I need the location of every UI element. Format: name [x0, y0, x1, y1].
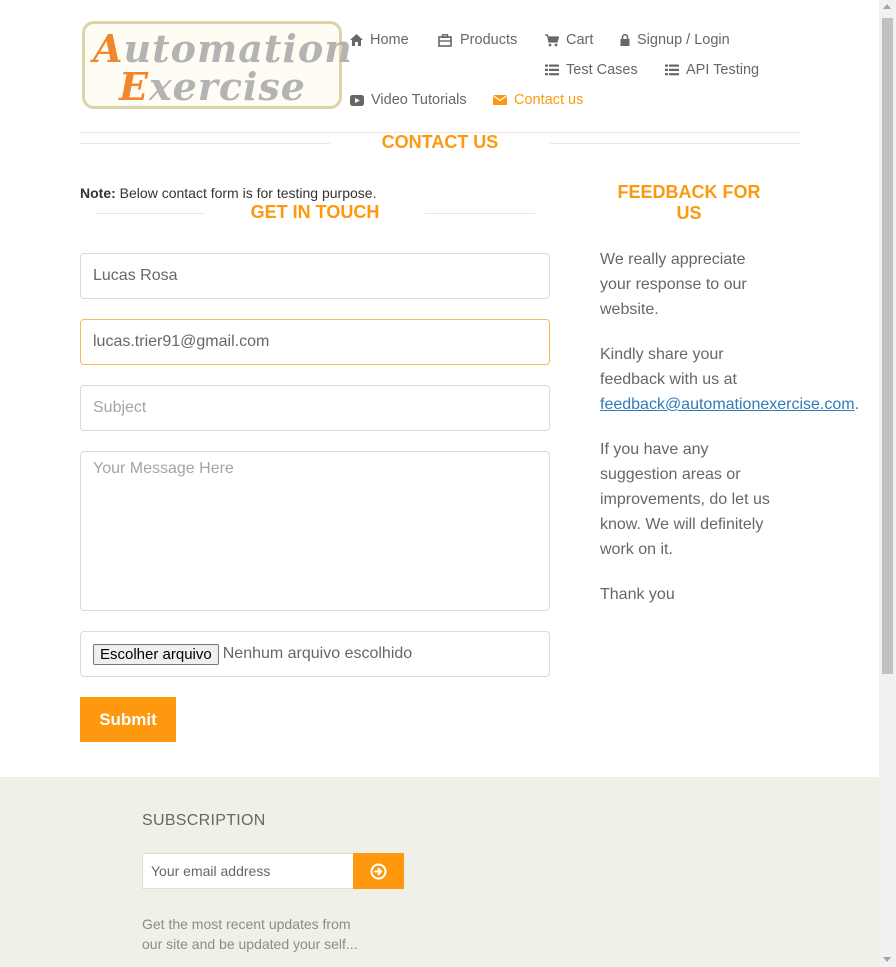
- nav-home-label: Home: [370, 32, 409, 48]
- scroll-up-icon[interactable]: [883, 4, 891, 9]
- feedback-p2-end: .: [854, 396, 860, 413]
- feedback-p3: If you have any suggestion areas or impr…: [600, 441, 770, 558]
- submit-button[interactable]: Submit: [80, 697, 176, 742]
- feedback-p4: Thank you: [600, 586, 675, 603]
- subject-field[interactable]: [80, 385, 550, 431]
- home-icon: [350, 34, 363, 46]
- list-icon: [545, 64, 559, 76]
- feedback-p1: We really appreciate your response to ou…: [600, 251, 747, 318]
- scrollbar[interactable]: [879, 0, 896, 967]
- message-field[interactable]: [80, 451, 550, 611]
- feedback-p2-text: Kindly share your feedback with us at: [600, 346, 737, 388]
- nav-products[interactable]: Products: [438, 32, 517, 48]
- nav-test-cases[interactable]: Test Cases: [545, 62, 638, 78]
- nav-signup-login[interactable]: Signup / Login: [620, 32, 730, 48]
- cart-icon: [545, 33, 559, 46]
- note-label: Note:: [80, 185, 116, 201]
- file-status: Nenhum arquivo escolhido: [222, 645, 413, 662]
- video-icon: [350, 94, 364, 106]
- nav-video-tutorials-label: Video Tutorials: [371, 92, 467, 108]
- footer: [0, 777, 879, 967]
- subscription-description: Get the most recent updates from our sit…: [142, 916, 358, 952]
- nav-signup-login-label: Signup / Login: [637, 32, 730, 48]
- feedback-p2: Kindly share your feedback with us at fe…: [600, 342, 865, 417]
- page-title: CONTACT US: [381, 132, 499, 152]
- subscribe-button[interactable]: [353, 853, 404, 889]
- list-icon: [665, 64, 679, 76]
- nav-cart[interactable]: Cart: [545, 32, 593, 48]
- arrow-circle-right-icon: [370, 863, 387, 879]
- nav-video-tutorials[interactable]: Video Tutorials: [350, 92, 467, 108]
- choose-file-button[interactable]: Escolher arquivo: [93, 643, 219, 665]
- get-in-touch-title: GET IN TOUCH: [250, 202, 380, 222]
- title-line-right: [550, 143, 800, 144]
- nav-api-testing[interactable]: API Testing: [665, 62, 759, 78]
- note-text: Note: Below contact form is for testing …: [80, 185, 376, 201]
- scroll-thumb[interactable]: [882, 18, 893, 674]
- title-line-left: [80, 143, 330, 144]
- name-field[interactable]: [80, 253, 550, 299]
- nav-contact-us-label: Contact us: [514, 92, 584, 108]
- subscription-email-input[interactable]: [142, 853, 354, 889]
- feedback-title: FEEDBACK FOR US: [617, 182, 761, 223]
- subscription-title: SUBSCRIPTION: [142, 812, 266, 829]
- envelope-icon: [493, 95, 507, 105]
- logo-cap-e: E: [119, 64, 149, 109]
- get-in-touch-line-right: [425, 213, 535, 214]
- products-icon: [438, 33, 452, 47]
- nav-api-testing-label: API Testing: [686, 62, 760, 78]
- file-upload: Escolher arquivo Nenhum arquivo escolhid…: [80, 631, 550, 677]
- nav-home[interactable]: Home: [350, 32, 409, 48]
- nav-test-cases-label: Test Cases: [566, 62, 638, 78]
- nav-contact-us[interactable]: Contact us: [493, 92, 583, 108]
- note-body: Below contact form is for testing purpos…: [115, 185, 377, 201]
- nav-products-label: Products: [460, 32, 518, 48]
- feedback-email-link[interactable]: feedback@automationexercise.com: [600, 396, 855, 413]
- nav-cart-label: Cart: [566, 32, 594, 48]
- logo-text-2: xercise: [148, 64, 306, 109]
- site-logo[interactable]: Automation Exercise: [82, 21, 352, 109]
- get-in-touch-line-left: [95, 213, 205, 214]
- scroll-down-icon[interactable]: [883, 957, 891, 962]
- email-field[interactable]: [80, 319, 550, 365]
- lock-icon: [620, 34, 630, 46]
